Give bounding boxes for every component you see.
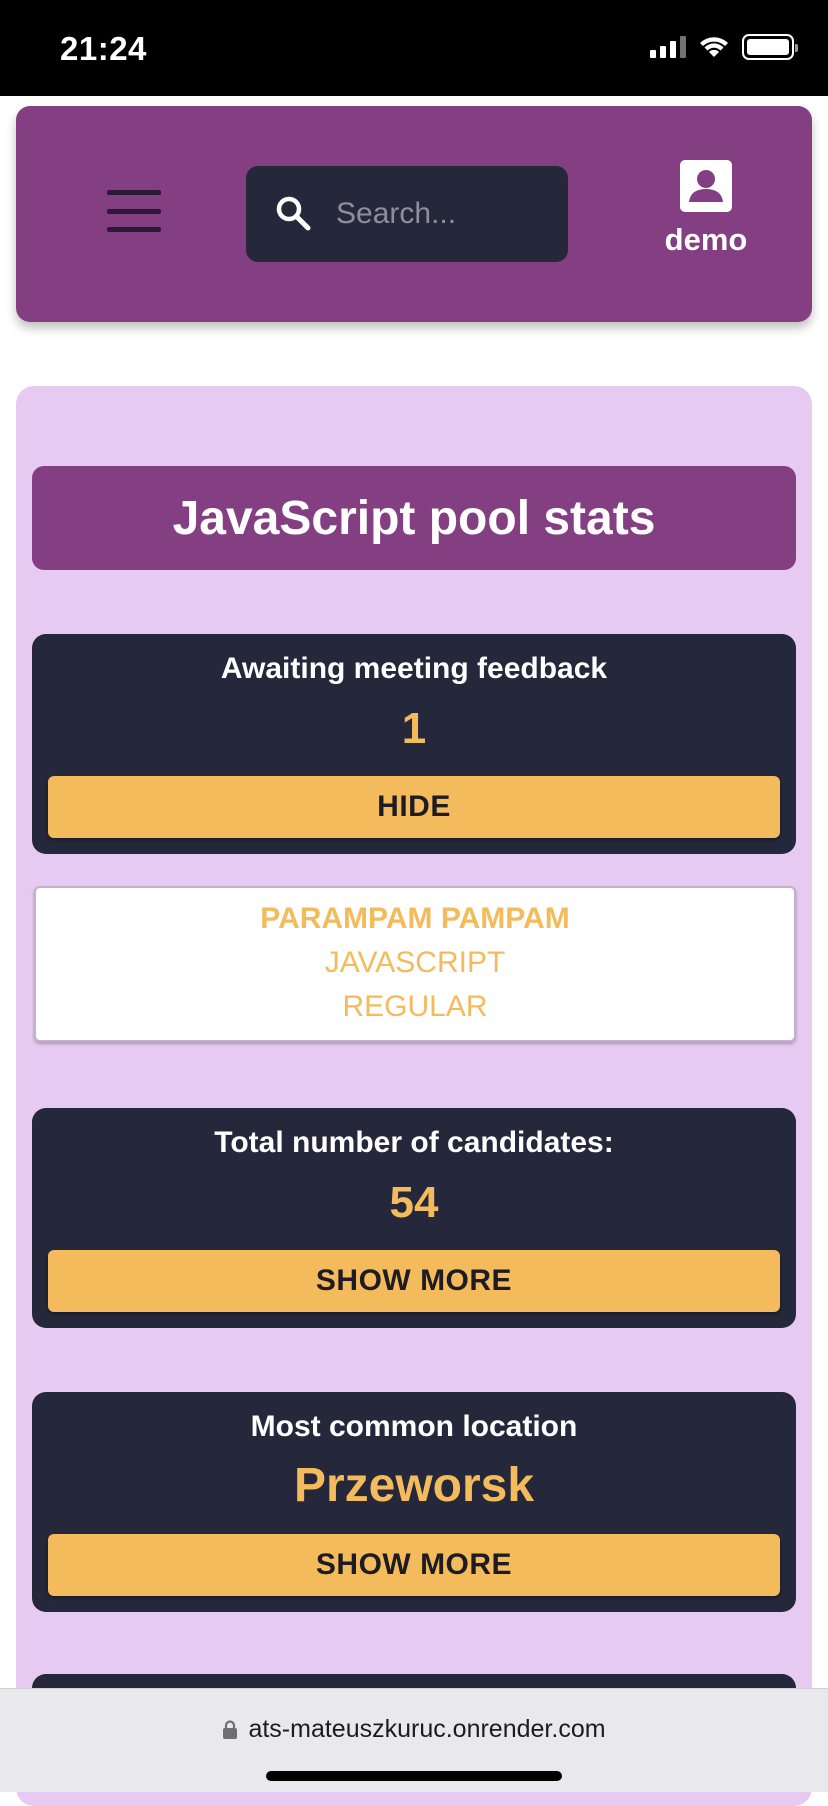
wifi-icon bbox=[698, 35, 730, 59]
stats-panel: JavaScript pool stats Awaiting meeting f… bbox=[16, 386, 812, 1806]
stat-label: Most common location bbox=[250, 1410, 578, 1443]
app-header: demo bbox=[16, 106, 812, 322]
stat-card-common-location: Most common location Przeworsk SHOW MORE bbox=[32, 1392, 796, 1612]
search-icon bbox=[276, 196, 311, 231]
stat-value: Przeworsk bbox=[293, 1459, 535, 1512]
hide-button[interactable]: HIDE bbox=[48, 776, 780, 838]
search-input[interactable] bbox=[336, 186, 556, 242]
url-text: ats-mateuszkuruc.onrender.com bbox=[248, 1715, 606, 1743]
stat-value: 54 bbox=[389, 1178, 439, 1227]
signal-icon bbox=[650, 36, 686, 58]
candidate-card[interactable]: PARAMPAM PAMPAM JAVASCRIPT REGULAR bbox=[34, 886, 796, 1042]
show-more-button[interactable]: SHOW MORE bbox=[48, 1250, 780, 1312]
stat-card-awaiting-feedback: Awaiting meeting feedback 1 HIDE bbox=[32, 634, 796, 854]
stat-label: Awaiting meeting feedback bbox=[220, 652, 608, 685]
user-account-button[interactable]: demo bbox=[636, 158, 776, 278]
menu-icon[interactable] bbox=[103, 186, 165, 236]
status-bar: 21:24 bbox=[0, 0, 828, 96]
candidate-technology: JAVASCRIPT bbox=[324, 946, 506, 979]
stat-card-total-candidates: Total number of candidates: 54 SHOW MORE bbox=[32, 1108, 796, 1328]
candidate-name: PARAMPAM PAMPAM bbox=[260, 902, 570, 935]
page-title: JavaScript pool stats bbox=[172, 491, 656, 545]
search-box[interactable] bbox=[246, 166, 568, 262]
battery-icon bbox=[742, 34, 798, 60]
user-name: demo bbox=[664, 222, 748, 257]
home-indicator[interactable] bbox=[266, 1771, 562, 1781]
url-display: ats-mateuszkuruc.onrender.com bbox=[0, 1715, 828, 1744]
show-more-button[interactable]: SHOW MORE bbox=[48, 1534, 780, 1596]
candidate-level: REGULAR bbox=[342, 990, 488, 1023]
user-account-icon bbox=[680, 160, 732, 212]
stat-label: Total number of candidates: bbox=[214, 1126, 614, 1159]
stat-value: 1 bbox=[401, 704, 427, 753]
status-time: 21:24 bbox=[60, 30, 147, 67]
status-icons bbox=[650, 34, 798, 60]
page-title-card: JavaScript pool stats bbox=[32, 466, 796, 570]
browser-url-bar[interactable]: ats-mateuszkuruc.onrender.com bbox=[0, 1688, 828, 1792]
lock-icon bbox=[223, 1719, 238, 1739]
